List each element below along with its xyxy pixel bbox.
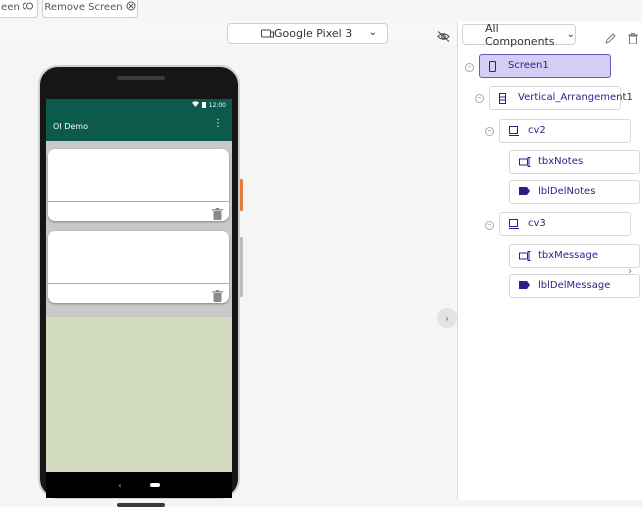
close-circle-icon — [126, 1, 136, 14]
status-bar: 12:00 — [46, 99, 232, 111]
tree-node-label: Screen1 — [508, 60, 549, 71]
collapse-toggle-cv2[interactable]: – — [485, 127, 494, 136]
card-divider — [48, 201, 229, 202]
screen-button-label: een — [1, 1, 20, 13]
tree-node-cv2[interactable]: cv2 — [499, 119, 631, 143]
tree-node-label: lblDelMessage — [538, 280, 611, 291]
label-tag-icon — [519, 187, 530, 198]
collapse-toggle-cv3[interactable]: – — [485, 221, 494, 230]
phone-speaker-bottom — [117, 503, 165, 507]
phone-mockup: 12:00 OI Demo ⋮ ‹ — [38, 65, 243, 507]
label-tag-icon — [519, 281, 530, 292]
phone-screen: 12:00 OI Demo ⋮ — [46, 99, 232, 479]
top-toolbar: een Remove Screen — [0, 0, 642, 22]
card-view-icon — [509, 126, 519, 139]
components-filter-select[interactable]: All Components ⌄ — [462, 21, 576, 48]
tree-node-cv3[interactable]: cv3 — [499, 212, 631, 236]
home-icon[interactable] — [149, 483, 160, 487]
remove-screen-label: Remove Screen — [44, 1, 123, 13]
screen-selector-button[interactable]: een — [0, 0, 38, 18]
android-nav-bar: ‹ — [46, 472, 232, 498]
tree-node-vertical-arrangement1[interactable]: Vertical_Arrangement1 — [489, 86, 633, 110]
app-bar: OI Demo ⋮ — [46, 111, 232, 141]
tree-node-label: Vertical_Arrangement1 — [518, 92, 633, 103]
tablet-icon — [261, 29, 274, 42]
tree-node-label: cv3 — [528, 218, 546, 229]
card-notes[interactable] — [48, 149, 229, 221]
collapse-panel-button[interactable]: › — [437, 308, 457, 328]
delete-icon[interactable] — [628, 29, 638, 48]
tree-node-lbldelmessage[interactable]: lblDelMessage — [509, 274, 640, 298]
trash-icon[interactable] — [212, 287, 223, 306]
app-title: OI Demo — [53, 121, 88, 131]
tree-node-label: tbxNotes — [538, 156, 584, 167]
toggle-circle-icon — [22, 2, 33, 13]
vertical-arrangement-preview — [46, 141, 232, 317]
phone-speaker-top — [117, 76, 165, 80]
components-filter-label: All Components — [485, 21, 555, 48]
card-view-icon — [509, 219, 519, 232]
tree-node-tbxmessage[interactable]: tbxMessage — [509, 244, 640, 268]
device-label: Google Pixel 3 — [274, 27, 353, 40]
tree-node-label: tbxMessage — [538, 250, 599, 261]
chevron-down-icon: ⌄ — [368, 27, 377, 38]
textbox-icon — [519, 251, 531, 264]
power-button — [240, 179, 243, 211]
tree-node-screen1[interactable]: Screen1 — [479, 54, 611, 78]
remove-screen-button[interactable]: Remove Screen — [42, 0, 138, 18]
viewer-pane: Google Pixel 3 ⌄ 12:00 OI Demo ⋮ ‹ › — [0, 22, 458, 507]
chevron-right-icon[interactable]: › — [628, 266, 632, 277]
wifi-icon — [191, 101, 199, 109]
components-panel: All Components ⌄ – Screen1 – Vertical_Ar… — [458, 22, 642, 500]
tree-node-tbxnotes[interactable]: tbxNotes — [509, 150, 640, 174]
chevron-down-icon: ⌄ — [566, 29, 575, 40]
tree-node-label: cv2 — [528, 125, 546, 136]
textbox-icon — [519, 157, 531, 170]
card-message[interactable] — [48, 231, 229, 303]
collapse-toggle-screen1[interactable]: – — [465, 63, 474, 72]
tree-node-lbldelnotes[interactable]: lblDelNotes — [509, 180, 640, 204]
card-divider — [48, 283, 229, 284]
back-icon[interactable]: ‹ — [118, 481, 121, 490]
eye-off-icon[interactable] — [437, 27, 450, 46]
vertical-arrangement-icon — [499, 93, 506, 107]
tree-node-label: lblDelNotes — [538, 186, 596, 197]
pencil-icon[interactable] — [605, 29, 616, 48]
volume-button — [240, 237, 243, 297]
device-selector[interactable]: Google Pixel 3 ⌄ — [227, 23, 388, 44]
battery-icon — [201, 101, 206, 110]
status-time: 12:00 — [208, 101, 226, 109]
viewer-toolbar: Google Pixel 3 ⌄ — [0, 22, 457, 46]
collapse-toggle-vertical-arrangement1[interactable]: – — [475, 94, 484, 103]
phone-icon — [489, 61, 496, 75]
overflow-menu-icon[interactable]: ⋮ — [213, 119, 223, 129]
trash-icon[interactable] — [212, 205, 223, 224]
